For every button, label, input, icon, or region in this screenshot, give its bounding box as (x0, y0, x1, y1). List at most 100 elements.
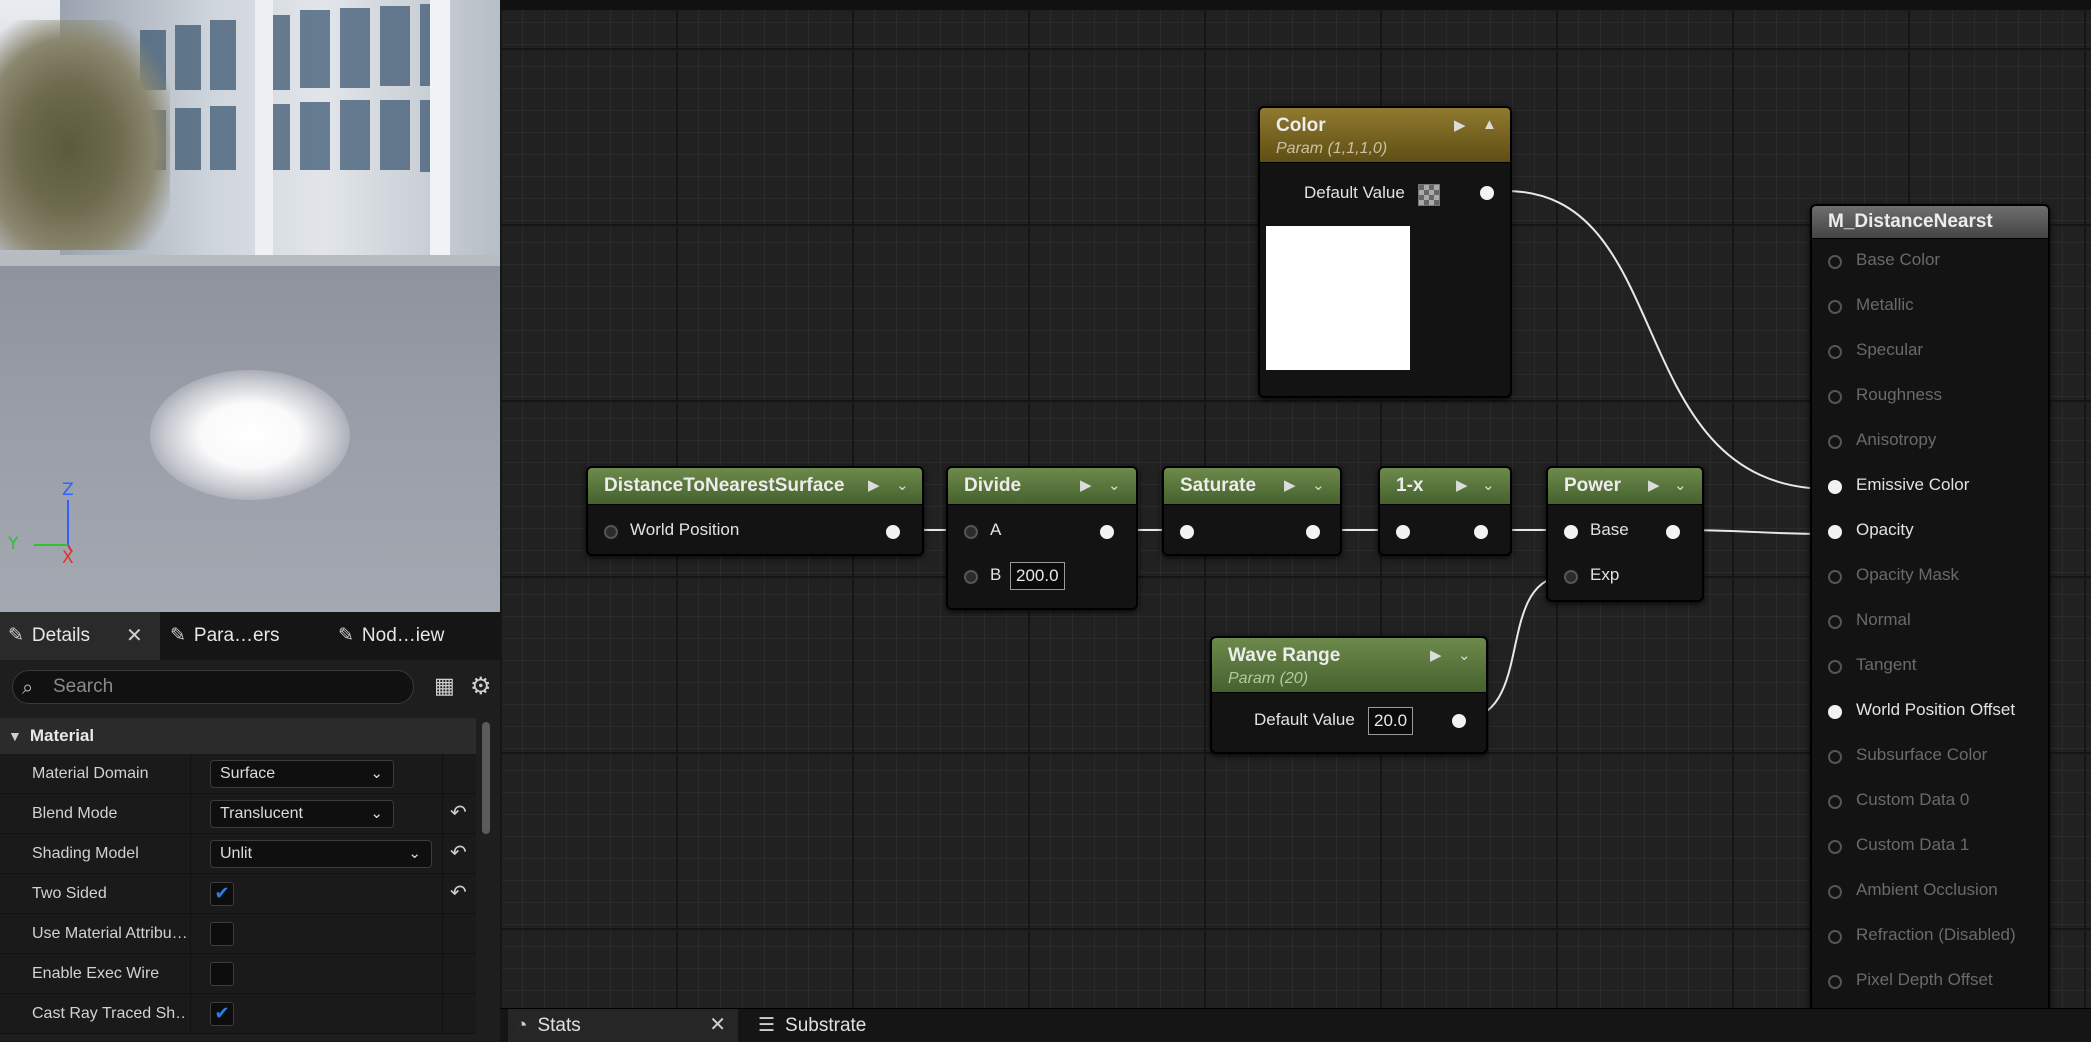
use-material-attributes-checkbox[interactable] (210, 922, 234, 946)
preview-toggle-icon[interactable]: ▶ (868, 476, 880, 494)
tab-node-preview[interactable]: ✎ Nod…iew (338, 612, 498, 660)
tab-details[interactable]: ✎ Details ✕ (0, 612, 160, 660)
tab-parameters[interactable]: ✎ Para…ers (170, 612, 330, 660)
material-input-pin[interactable] (1828, 885, 1842, 899)
table-view-icon[interactable]: ▦ (434, 674, 455, 699)
material-input-pin[interactable] (1828, 930, 1842, 944)
material-preview-viewport[interactable]: Z Y X (0, 0, 500, 612)
material-input-pin[interactable] (1828, 570, 1842, 584)
node-distance-to-nearest-surface[interactable]: DistanceToNearestSurface ▶ ⌄ World Posit… (586, 466, 924, 556)
node-header[interactable]: Color Param (1,1,1,0) ▶ ▲ (1260, 108, 1510, 163)
preview-toggle-icon[interactable]: ▶ (1430, 646, 1442, 664)
input-pin-world-position[interactable] (604, 525, 618, 539)
preview-toggle-icon[interactable]: ▶ (1648, 476, 1660, 494)
output-pin-rgb[interactable] (1480, 186, 1494, 200)
material-input-pin[interactable] (1828, 705, 1842, 719)
preview-toggle-icon[interactable]: ▶ (1080, 476, 1092, 494)
chevron-down-icon[interactable]: ⌄ (1458, 646, 1471, 664)
collapse-icon[interactable]: ▲ (1482, 116, 1497, 133)
node-color-param[interactable]: Color Param (1,1,1,0) ▶ ▲ Default Value (1258, 106, 1512, 398)
input-pin[interactable] (1396, 525, 1410, 539)
wire-color-emissive (1505, 190, 1831, 490)
chevron-down-icon[interactable]: ⌄ (1312, 476, 1325, 494)
output-pin-g[interactable] (1480, 275, 1494, 289)
output-pin[interactable] (886, 525, 900, 539)
material-input-pin[interactable] (1828, 615, 1842, 629)
node-header[interactable]: Wave Range Param (20) ▶ ⌄ (1212, 638, 1486, 693)
node-saturate[interactable]: Saturate ▶ ⌄ (1162, 466, 1342, 556)
output-pin[interactable] (1452, 714, 1466, 728)
prop-label: Use Material Attribu… (32, 925, 187, 942)
details-scrollbar[interactable] (482, 722, 490, 834)
color-swatch[interactable] (1418, 184, 1440, 206)
material-pin-label: Specular (1856, 340, 1924, 359)
input-pin-exp[interactable] (1564, 570, 1578, 584)
material-input-pin[interactable] (1828, 480, 1842, 494)
chevron-down-icon[interactable]: ⌄ (1482, 476, 1495, 494)
preview-toggle-icon[interactable]: ▶ (1284, 476, 1296, 494)
material-input-pin[interactable] (1828, 840, 1842, 854)
output-pin-b[interactable] (1480, 320, 1494, 334)
shading-model-dropdown[interactable]: Unlit ⌄ (210, 840, 432, 868)
input-pin-base[interactable] (1564, 525, 1578, 539)
input-pin-a[interactable] (964, 525, 978, 539)
material-input-pin[interactable] (1828, 525, 1842, 539)
pencil-icon: ✎ (8, 625, 24, 646)
two-sided-checkbox[interactable]: ✔ (210, 882, 234, 906)
material-graph-canvas[interactable]: Color Param (1,1,1,0) ▶ ▲ Default Value … (500, 0, 2091, 1008)
node-header[interactable]: Power ▶ ⌄ (1548, 468, 1702, 505)
axis-y-label: Y (8, 534, 19, 554)
tab-substrate[interactable]: ☰ Substrate (758, 1009, 866, 1042)
gear-icon[interactable]: ⚙ (470, 672, 492, 700)
output-pin[interactable] (1100, 525, 1114, 539)
chevron-down-icon[interactable]: ⌄ (896, 476, 909, 494)
node-wave-range-param[interactable]: Wave Range Param (20) ▶ ⌄ Default Value … (1210, 636, 1488, 754)
material-input-pin[interactable] (1828, 750, 1842, 764)
preview-toggle-icon[interactable]: ▶ (1454, 116, 1466, 134)
material-input-pin[interactable] (1828, 345, 1842, 359)
close-icon[interactable]: ✕ (709, 1009, 726, 1042)
preview-toggle-icon[interactable]: ▶ (1456, 476, 1468, 494)
output-pin[interactable] (1666, 525, 1680, 539)
material-input-pin[interactable] (1828, 795, 1842, 809)
blend-mode-dropdown[interactable]: Translucent ⌄ (210, 800, 394, 828)
material-input-pin[interactable] (1828, 660, 1842, 674)
material-input-pin[interactable] (1828, 300, 1842, 314)
chevron-down-icon[interactable]: ⌄ (1674, 476, 1687, 494)
input-pin-b[interactable] (964, 570, 978, 584)
node-header[interactable]: Divide ▶ ⌄ (948, 468, 1136, 505)
output-pin-a[interactable] (1480, 365, 1494, 379)
tab-stats[interactable]: ◔ Stats ✕ (508, 1009, 738, 1042)
material-input-pin[interactable] (1828, 975, 1842, 989)
node-power[interactable]: Power ▶ ⌄ Base Exp (1546, 466, 1704, 602)
reset-to-default-icon[interactable]: ↶ (450, 840, 467, 864)
node-header[interactable]: Saturate ▶ ⌄ (1164, 468, 1340, 505)
reset-to-default-icon[interactable]: ↶ (450, 800, 467, 824)
chevron-down-icon: ⌄ (370, 805, 383, 822)
close-icon[interactable]: ✕ (126, 612, 143, 660)
chevron-down-icon[interactable]: ⌄ (1108, 476, 1121, 494)
output-pin[interactable] (1306, 525, 1320, 539)
node-material-result[interactable]: M_DistanceNearst Base Color Metallic Specu… (1810, 204, 2050, 1008)
node-divide[interactable]: Divide ▶ ⌄ A B 200.0 (946, 466, 1138, 610)
material-input-pin[interactable] (1828, 390, 1842, 404)
enable-exec-wire-checkbox[interactable] (210, 962, 234, 986)
material-pin-label: Subsurface Color (1856, 745, 1988, 764)
search-input[interactable]: ⌕ Search (12, 670, 414, 704)
node-one-minus[interactable]: 1-x ▶ ⌄ (1378, 466, 1512, 556)
reset-to-default-icon[interactable]: ↶ (450, 880, 467, 904)
node-header[interactable]: M_DistanceNearst (1812, 206, 2048, 239)
output-pin[interactable] (1474, 525, 1488, 539)
b-value-input[interactable]: 200.0 (1010, 562, 1065, 590)
tab-node-preview-label: Nod…iew (361, 625, 445, 646)
input-pin[interactable] (1180, 525, 1194, 539)
wave-range-value-input[interactable]: 20.0 (1368, 707, 1414, 735)
material-domain-dropdown[interactable]: Surface ⌄ (210, 760, 394, 788)
material-input-pin[interactable] (1828, 255, 1842, 269)
node-header[interactable]: 1-x ▶ ⌄ (1380, 468, 1510, 505)
material-input-pin[interactable] (1828, 435, 1842, 449)
category-material-header[interactable]: ▼ Material (0, 718, 476, 754)
cast-ray-traced-shadows-checkbox[interactable]: ✔ (210, 1002, 234, 1026)
node-header[interactable]: DistanceToNearestSurface ▶ ⌄ (588, 468, 922, 505)
output-pin-r[interactable] (1480, 230, 1494, 244)
